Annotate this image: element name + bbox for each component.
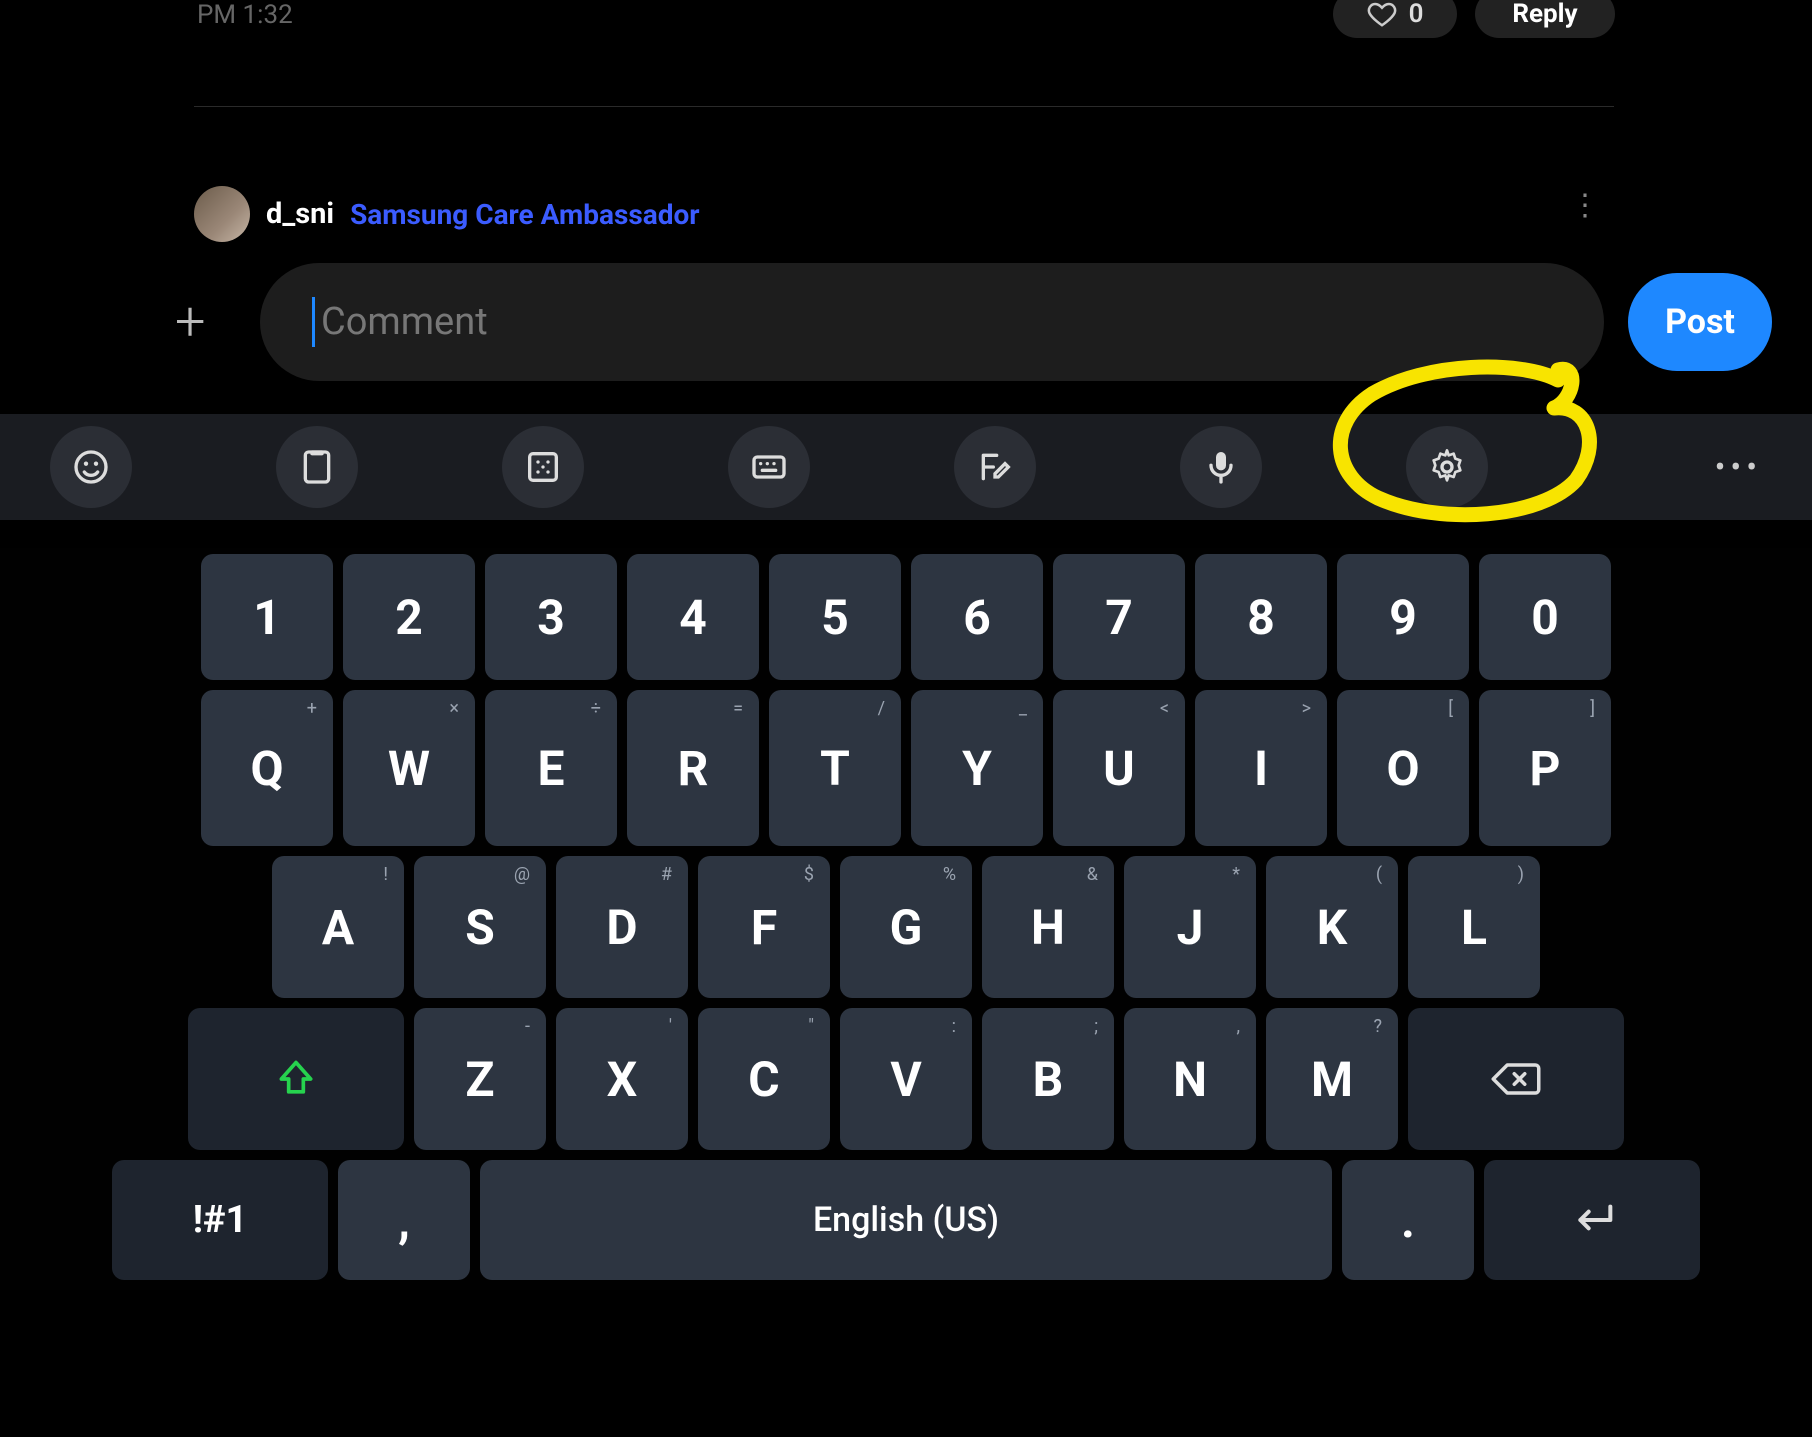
handwriting-button[interactable] [954,426,1036,508]
enter-icon [1567,1202,1617,1238]
key-9[interactable]: 9 [1337,554,1469,680]
key-6[interactable]: 6 [911,554,1043,680]
backspace-key[interactable] [1408,1008,1624,1150]
key-t[interactable]: /T [769,690,901,846]
space-key[interactable]: English (US) [480,1160,1332,1280]
keyboard-toolbar: ••• [0,414,1812,520]
key-p[interactable]: ]P [1479,690,1611,846]
text-extract-button[interactable] [502,426,584,508]
key-n[interactable]: ,N [1124,1008,1256,1150]
keyboard-icon [749,447,789,487]
key-r[interactable]: =R [627,690,759,846]
comment-meta: PM 1:32 0 Reply [119,0,1687,40]
settings-button[interactable] [1406,426,1488,508]
comment-timestamp: PM 1:32 [197,0,293,30]
toolbar-more-button[interactable]: ••• [1715,448,1762,486]
comment-overflow-menu[interactable]: ⋮ [1570,200,1601,212]
key-o[interactable]: [O [1337,690,1469,846]
gear-icon [1427,447,1467,487]
attach-button[interactable]: + [175,291,206,354]
key-4[interactable]: 4 [627,554,759,680]
key-0[interactable]: 0 [1479,554,1611,680]
clipboard-button[interactable] [276,426,358,508]
key-c[interactable]: "C [698,1008,830,1150]
emoji-button[interactable] [50,426,132,508]
voice-input-button[interactable] [1180,426,1262,508]
qwerty-row: +Q ×W ÷E =R /T _Y <U >I [O ]P [112,690,1700,846]
period-key[interactable]: . [1342,1160,1474,1280]
enter-key[interactable] [1484,1160,1700,1280]
key-i[interactable]: >I [1195,690,1327,846]
divider [194,106,1614,107]
keyboard-mode-button[interactable] [728,426,810,508]
comment-compose-bar: + Comment Post [0,260,1812,384]
key-k[interactable]: (K [1266,856,1398,998]
avatar[interactable] [194,186,250,242]
key-e[interactable]: ÷E [485,690,617,846]
like-count: 0 [1409,0,1424,29]
key-y[interactable]: _Y [911,690,1043,846]
key-8[interactable]: 8 [1195,554,1327,680]
shift-icon [274,1057,318,1101]
key-m[interactable]: ?M [1266,1008,1398,1150]
emoji-icon [71,447,111,487]
key-g[interactable]: %G [840,856,972,998]
heart-icon [1367,0,1397,29]
post-button[interactable]: Post [1628,273,1772,371]
comment-input[interactable]: Comment [260,263,1604,381]
microphone-icon [1201,447,1241,487]
reply-button[interactable]: Reply [1475,0,1615,38]
shift-key[interactable] [188,1008,404,1150]
comment-placeholder: Comment [321,300,488,344]
key-h[interactable]: &H [982,856,1114,998]
key-s[interactable]: @S [414,856,546,998]
key-j[interactable]: *J [1124,856,1256,998]
text-caret [312,297,315,347]
username[interactable]: d_sni [266,197,334,231]
key-v[interactable]: :V [840,1008,972,1150]
handwriting-icon [975,447,1015,487]
number-row: 1 2 3 4 5 6 7 8 9 0 [112,554,1700,680]
user-badge: Samsung Care Ambassador [350,198,700,231]
home-row: !A @S #D $F %G &H *J (K )L [112,856,1700,998]
key-1[interactable]: 1 [201,554,333,680]
comments-thread-area: PM 1:32 0 Reply d_sni Samsung Care Ambas… [119,0,1687,228]
key-5[interactable]: 5 [769,554,901,680]
key-x[interactable]: 'X [556,1008,688,1150]
next-comment-header[interactable]: d_sni Samsung Care Ambassador [194,186,700,242]
like-button[interactable]: 0 [1333,0,1457,38]
comma-key[interactable]: , [338,1160,470,1280]
key-q[interactable]: +Q [201,690,333,846]
backspace-icon [1489,1058,1543,1100]
key-z[interactable]: -Z [414,1008,546,1150]
key-2[interactable]: 2 [343,554,475,680]
on-screen-keyboard: 1 2 3 4 5 6 7 8 9 0 +Q ×W ÷E =R /T _Y <U… [0,548,1812,1290]
key-u[interactable]: <U [1053,690,1185,846]
symbols-key[interactable]: !#1 [112,1160,328,1280]
space-row: !#1 , English (US) . [112,1160,1700,1280]
key-7[interactable]: 7 [1053,554,1185,680]
key-l[interactable]: )L [1408,856,1540,998]
key-d[interactable]: #D [556,856,688,998]
key-f[interactable]: $F [698,856,830,998]
key-a[interactable]: !A [272,856,404,998]
key-b[interactable]: ;B [982,1008,1114,1150]
bottom-letter-row: -Z 'X "C :V ;B ,N ?M [112,1008,1700,1150]
key-w[interactable]: ×W [343,690,475,846]
clipboard-icon [297,447,337,487]
text-extract-icon [523,447,563,487]
key-3[interactable]: 3 [485,554,617,680]
